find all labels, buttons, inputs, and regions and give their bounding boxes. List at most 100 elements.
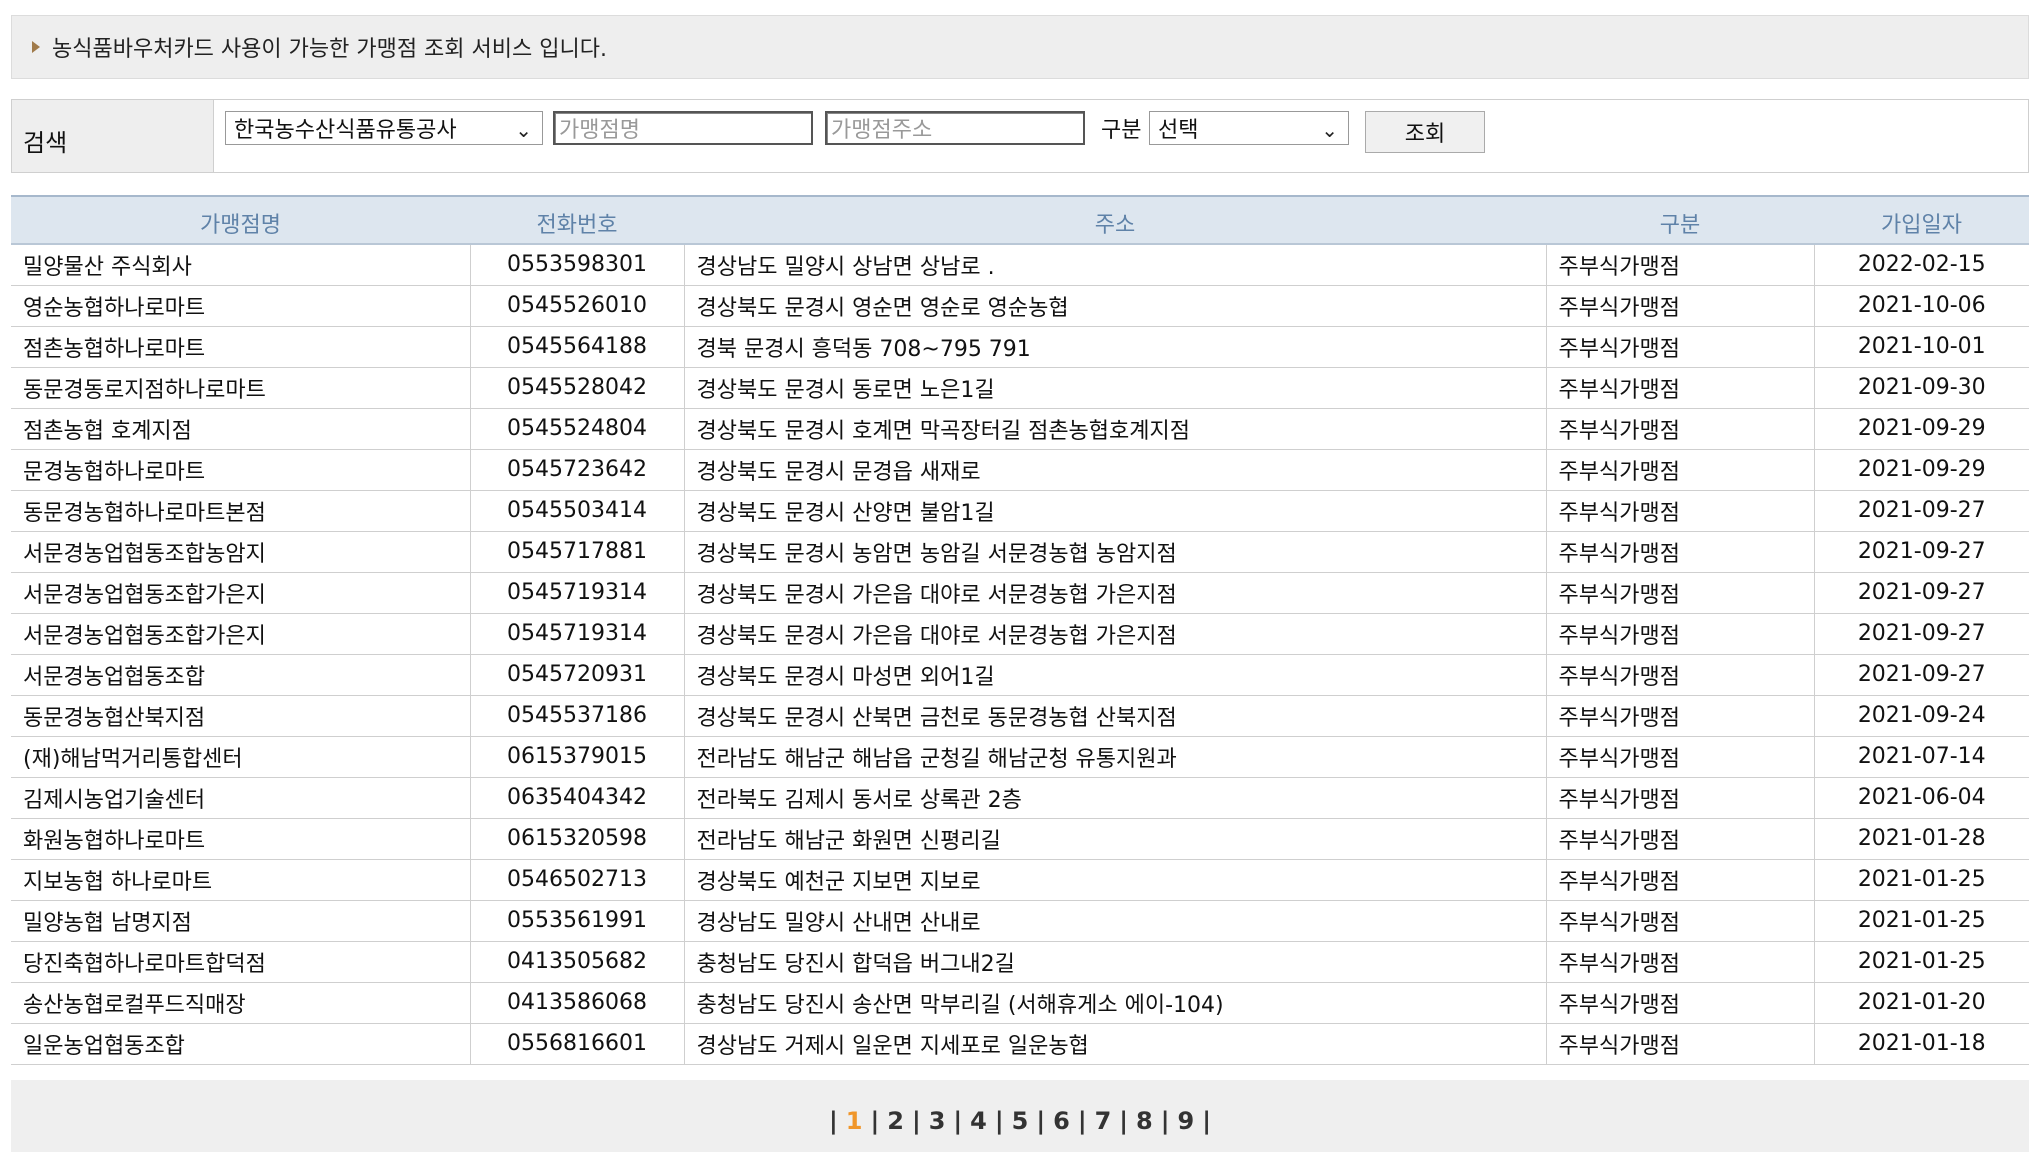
cell-type: 주부식가맹점 xyxy=(1545,613,1814,655)
table-row[interactable]: 점촌농협하나로마트 0545564188 경북 문경시 흥덕동 708~795 79… xyxy=(11,326,2029,368)
page-link-2[interactable]: 2 xyxy=(887,1107,904,1135)
cell-join-date: 2021-07-14 xyxy=(1813,736,2029,778)
cell-address: 전라북도 김제시 동서로 상록관 2층 xyxy=(683,777,1546,819)
cell-type: 주부식가맹점 xyxy=(1545,449,1814,491)
table-row[interactable]: 동문경농협하나로마트본점 0545503414 경상북도 문경시 산양면 불암1길 주… xyxy=(11,490,2029,532)
cell-type: 주부식가맹점 xyxy=(1545,900,1814,942)
type-select[interactable]: 선택 ⌄ xyxy=(1149,111,1349,145)
cell-join-date: 2021-09-27 xyxy=(1813,654,2029,696)
cell-type: 주부식가맹점 xyxy=(1545,531,1814,573)
table-row[interactable]: 일운농업협동조합 0556816601 경상남도 거제시 일운면 지세포로 일운농협… xyxy=(11,1023,2029,1065)
agency-select[interactable]: 한국농수산식품유통공사 ⌄ xyxy=(225,111,543,145)
cell-join-date: 2021-09-29 xyxy=(1813,449,2029,491)
col-header-store-name[interactable]: 가맹점명 xyxy=(11,195,470,245)
table-row[interactable]: 밀양물산 주식회사 0553598301 경상남도 밀양시 상남면 상남로 . 주부식… xyxy=(11,244,2029,286)
cell-join-date: 2021-01-20 xyxy=(1813,982,2029,1024)
cell-phone: 0545528042 xyxy=(469,367,684,409)
table-row[interactable]: 점촌농협 호계지점 0545524804 경상북도 문경시 호계면 막곡장터길 점촌… xyxy=(11,408,2029,450)
col-header-join-date[interactable]: 가입일자 xyxy=(1814,195,2029,245)
cell-store-name: 점촌농협하나로마트 xyxy=(11,326,470,368)
store-address-input[interactable]: 가맹점주소 xyxy=(825,111,1085,145)
table-row[interactable]: 영순농협하나로마트 0545526010 경상북도 문경시 영순면 영순로 영순농협… xyxy=(11,285,2029,327)
type-select-value: 선택 xyxy=(1158,118,1199,143)
cell-phone: 0615379015 xyxy=(469,736,684,778)
table-row[interactable]: (재)해남먹거리통합센터 0615379015 전라남도 해남군 해남읍 군청길 해… xyxy=(11,736,2029,778)
cell-phone: 0545720931 xyxy=(469,654,684,696)
chevron-down-icon: ⌄ xyxy=(1321,118,1338,142)
pagination-separator: | xyxy=(1077,1107,1087,1135)
cell-type: 주부식가맹점 xyxy=(1545,654,1814,696)
store-address-placeholder: 가맹점주소 xyxy=(831,118,933,143)
cell-phone: 0545723642 xyxy=(469,449,684,491)
page-link-5[interactable]: 5 xyxy=(1012,1107,1029,1135)
search-form: 검색 한국농수산식품유통공사 ⌄ 가맹점명 가맹점주소 구분 선택 ⌄ 조회 xyxy=(11,99,2029,173)
store-name-placeholder: 가맹점명 xyxy=(559,118,640,143)
cell-store-name: 일운농업협동조합 xyxy=(11,1023,470,1065)
store-name-input[interactable]: 가맹점명 xyxy=(553,111,813,145)
cell-store-name: 동문경동로지점하나로마트 xyxy=(11,367,470,409)
cell-type: 주부식가맹점 xyxy=(1545,1023,1814,1065)
cell-store-name: 서문경농업협동조합 xyxy=(11,654,470,696)
page-link-9[interactable]: 9 xyxy=(1178,1107,1195,1135)
page-link-3[interactable]: 3 xyxy=(929,1107,946,1135)
store-table: 가맹점명 전화번호 주소 구분 가입일자 밀양물산 주식회사 0553598301… xyxy=(11,195,2029,1065)
cell-type: 주부식가맹점 xyxy=(1545,367,1814,409)
agency-select-value: 한국농수산식품유통공사 xyxy=(234,118,457,143)
page-link-1[interactable]: 1 xyxy=(846,1107,863,1135)
cell-phone: 0545537186 xyxy=(469,695,684,737)
table-row[interactable]: 서문경농업협동조합가은지 0545719314 경상북도 문경시 가은읍 대야로 서… xyxy=(11,613,2029,655)
cell-type: 주부식가맹점 xyxy=(1545,982,1814,1024)
table-row[interactable]: 송산농협로컬푸드직매장 0413586068 충청남도 당진시 송산면 막부리길 (… xyxy=(11,982,2029,1024)
col-header-address[interactable]: 주소 xyxy=(684,195,1546,245)
col-header-phone[interactable]: 전화번호 xyxy=(470,195,684,245)
cell-store-name: 서문경농업협동조합가은지 xyxy=(11,613,470,655)
cell-join-date: 2021-09-27 xyxy=(1813,613,2029,655)
col-header-type[interactable]: 구분 xyxy=(1546,195,1814,245)
pagination-separator: | xyxy=(870,1107,880,1135)
search-controls: 한국농수산식품유통공사 ⌄ 가맹점명 가맹점주소 구분 선택 ⌄ 조회 xyxy=(214,100,2028,172)
pagination-separator: | xyxy=(994,1107,1004,1135)
cell-address: 경상남도 밀양시 산내면 산내로 xyxy=(683,900,1546,942)
table-row[interactable]: 동문경농협산북지점 0545537186 경상북도 문경시 산북면 금천로 동문경농… xyxy=(11,695,2029,737)
page-link-4[interactable]: 4 xyxy=(970,1107,987,1135)
cell-store-name: 밀양물산 주식회사 xyxy=(11,244,470,286)
cell-type: 주부식가맹점 xyxy=(1545,408,1814,450)
cell-phone: 0635404342 xyxy=(469,777,684,819)
cell-phone: 0615320598 xyxy=(469,818,684,860)
cell-address: 경상북도 문경시 가은읍 대야로 서문경농협 가은지점 xyxy=(683,572,1546,614)
notice-bar: 농식품바우처카드 사용이 가능한 가맹점 조회 서비스 입니다. xyxy=(11,15,2029,79)
cell-join-date: 2021-01-25 xyxy=(1813,941,2029,983)
table-row[interactable]: 서문경농업협동조합 0545720931 경상북도 문경시 마성면 외어1길 주부식가… xyxy=(11,654,2029,696)
cell-store-name: (재)해남먹거리통합센터 xyxy=(11,736,470,778)
cell-address: 전라남도 해남군 해남읍 군청길 해남군청 유통지원과 xyxy=(683,736,1546,778)
cell-phone: 0545503414 xyxy=(469,490,684,532)
cell-address: 경상북도 문경시 문경읍 새재로 xyxy=(683,449,1546,491)
search-button[interactable]: 조회 xyxy=(1365,111,1485,153)
chevron-down-icon: ⌄ xyxy=(515,118,532,142)
cell-address: 경상북도 문경시 호계면 막곡장터길 점촌농협호계지점 xyxy=(683,408,1546,450)
table-row[interactable]: 서문경농업협동조합농암지 0545717881 경상북도 문경시 농암면 농암길 서… xyxy=(11,531,2029,573)
cell-store-name: 당진축협하나로마트합덕점 xyxy=(11,941,470,983)
pagination-separator: | xyxy=(829,1107,838,1135)
table-row[interactable]: 동문경동로지점하나로마트 0545528042 경상북도 문경시 동로면 노은1길 주… xyxy=(11,367,2029,409)
table-row[interactable]: 문경농협하나로마트 0545723642 경상북도 문경시 문경읍 새재로 주부식가맹… xyxy=(11,449,2029,491)
cell-type: 주부식가맹점 xyxy=(1545,736,1814,778)
page-link-6[interactable]: 6 xyxy=(1053,1107,1070,1135)
cell-store-name: 서문경농업협동조합가은지 xyxy=(11,572,470,614)
table-row[interactable]: 서문경농업협동조합가은지 0545719314 경상북도 문경시 가은읍 대야로 서… xyxy=(11,572,2029,614)
table-row[interactable]: 당진축협하나로마트합덕점 0413505682 충청남도 당진시 합덕읍 버그내2길… xyxy=(11,941,2029,983)
table-row[interactable]: 김제시농업기술센터 0635404342 전라북도 김제시 동서로 상록관 2층 주부… xyxy=(11,777,2029,819)
cell-address: 전라남도 해남군 화원면 신평리길 xyxy=(683,818,1546,860)
table-row[interactable]: 밀양농협 남명지점 0553561991 경상남도 밀양시 산내면 산내로 주부식가맹… xyxy=(11,900,2029,942)
table-row[interactable]: 지보농협 하나로마트 0546502713 경상북도 예천군 지보면 지보로 주부식가… xyxy=(11,859,2029,901)
page-link-8[interactable]: 8 xyxy=(1136,1107,1153,1135)
cell-join-date: 2021-09-29 xyxy=(1813,408,2029,450)
cell-address: 경북 문경시 흥덕동 708~795 791 xyxy=(683,326,1546,368)
cell-type: 주부식가맹점 xyxy=(1545,941,1814,983)
cell-join-date: 2021-01-28 xyxy=(1813,818,2029,860)
cell-address: 충청남도 당진시 송산면 막부리길 (서해휴게소 에이-104) xyxy=(683,982,1546,1024)
table-row[interactable]: 화원농협하나로마트 0615320598 전라남도 해남군 화원면 신평리길 주부식가… xyxy=(11,818,2029,860)
page-link-7[interactable]: 7 xyxy=(1095,1107,1112,1135)
cell-phone: 0413586068 xyxy=(469,982,684,1024)
pagination-separator: | xyxy=(1160,1107,1170,1135)
